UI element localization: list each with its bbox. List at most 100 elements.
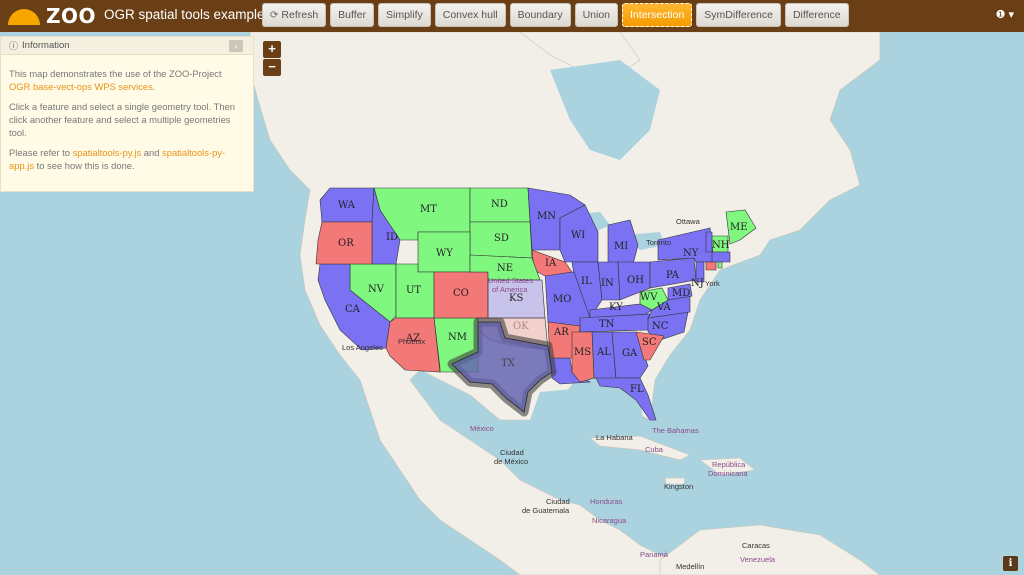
place-bahamas: The Bahamas — [652, 426, 699, 435]
label-tn: TN — [599, 319, 615, 330]
ogr-services-link[interactable]: OGR base-vect-ops WPS services — [9, 81, 153, 92]
label-il: IL — [581, 276, 592, 287]
label-wv: WV — [640, 292, 658, 303]
place-rd-line2: Dominicana — [708, 469, 748, 478]
place-phoenix: Phoenix — [398, 337, 425, 346]
information-panel: ⓘ Information ‹ This map demonstrates th… — [0, 36, 254, 192]
label-ar: AR — [553, 327, 569, 338]
refresh-label: Refresh — [281, 9, 319, 21]
place-guate-line2: de Guatemala — [522, 506, 570, 515]
label-va: VA — [656, 302, 672, 313]
label-ky: KY — [609, 302, 623, 313]
place-medellin: Medellín — [676, 562, 704, 571]
label-mt: MT — [420, 204, 437, 215]
zoo-logo[interactable]: ZOO — [6, 4, 96, 28]
info-menu[interactable]: ❶ ▾ — [996, 8, 1014, 21]
refresh-button[interactable]: ⟳ Refresh — [262, 3, 327, 27]
app-title: OGR spatial tools example — [104, 7, 265, 22]
zoom-in-button[interactable]: + — [263, 41, 281, 58]
place-newyork: York — [705, 279, 720, 288]
label-ga: GA — [622, 348, 638, 359]
label-or: OR — [338, 238, 354, 249]
p3-a: Please refer to — [9, 147, 73, 158]
label-mi: MI — [614, 241, 628, 252]
state-ri[interactable] — [717, 261, 723, 269]
panel-header: ⓘ Information — [1, 37, 253, 55]
difference-button[interactable]: Difference — [784, 3, 849, 27]
label-ny: NY — [683, 248, 699, 259]
label-nc: NC — [652, 321, 669, 332]
label-pa: PA — [666, 270, 680, 281]
panel-paragraph-2: Click a feature and select a single geom… — [9, 101, 235, 138]
label-nm: NM — [448, 332, 467, 343]
label-ca: CA — [345, 304, 361, 315]
toolbar: ⟳ Refresh Buffer Simplify Convex hull Bo… — [262, 3, 849, 27]
p1-end: . — [152, 81, 156, 92]
place-caracas: Caracas — [742, 541, 770, 550]
place-honduras: Honduras — [590, 497, 623, 506]
zoom-controls: + − — [263, 41, 281, 76]
p1-text: This map demonstrates the use of the ZOO… — [9, 68, 222, 79]
place-toronto: Toronto — [646, 238, 671, 247]
label-ne: NE — [497, 263, 513, 274]
label-sc: SC — [642, 337, 657, 348]
place-panama: Panamá — [640, 550, 669, 559]
place-usa-line1: United States — [488, 276, 533, 285]
state-ma[interactable] — [711, 251, 731, 263]
label-mn: MN — [537, 211, 556, 222]
label-mo: MO — [553, 294, 571, 305]
refresh-icon: ⟳ — [270, 9, 279, 21]
label-ks: KS — [509, 293, 523, 304]
place-nicaragua: Nicaragua — [592, 516, 627, 525]
place-cuba: Cuba — [645, 445, 664, 454]
label-sd: SD — [494, 233, 509, 244]
label-wi: WI — [571, 230, 585, 241]
intersection-button[interactable]: Intersection — [622, 3, 693, 27]
panel-paragraph-3: Please refer to spatialtools-py.js and s… — [9, 146, 243, 172]
symdifference-button[interactable]: SymDifference — [696, 3, 781, 27]
info-icon: ⓘ — [9, 41, 19, 51]
label-nh: NH — [712, 240, 730, 251]
label-al: AL — [596, 347, 611, 358]
label-wa: WA — [338, 200, 356, 211]
label-ms: MS — [574, 347, 591, 358]
label-in: IN — [601, 278, 614, 289]
panel-paragraph-1: This map demonstrates the use of the ZOO… — [9, 67, 243, 93]
buffer-button[interactable]: Buffer — [330, 3, 374, 27]
top-bar: ZOO OGR spatial tools example ⟳ Refresh … — [0, 0, 1024, 32]
label-tx: TX — [501, 358, 516, 369]
label-ia: IA — [545, 258, 557, 269]
logo-text: ZOO — [45, 4, 96, 28]
label-id: ID — [386, 232, 398, 243]
spatialtools-py-link[interactable]: spatialtools-py.js — [73, 147, 142, 158]
caret-down-icon: ▾ — [1008, 9, 1014, 21]
union-button[interactable]: Union — [574, 3, 619, 27]
collapse-panel-button[interactable]: ‹ — [229, 40, 243, 52]
simplify-button[interactable]: Simplify — [377, 3, 431, 27]
panel-title: Information — [22, 40, 70, 51]
label-wy: WY — [436, 248, 453, 259]
label-md: MD — [672, 288, 690, 299]
panel-body: This map demonstrates the use of the ZOO… — [1, 55, 253, 172]
zoom-out-button[interactable]: − — [263, 59, 281, 76]
boundary-button[interactable]: Boundary — [509, 3, 571, 27]
label-nd: ND — [491, 199, 508, 210]
place-venezuela: Venezuela — [740, 555, 776, 564]
sun-logo-icon — [6, 7, 42, 25]
p3-b: and — [141, 147, 163, 158]
label-co: CO — [453, 288, 469, 299]
place-cdmx-line1: Ciudad — [500, 448, 524, 457]
attribution-info-button[interactable]: i — [1003, 556, 1018, 571]
label-me: ME — [730, 222, 748, 233]
info-circle-icon: ❶ — [995, 9, 1006, 21]
label-nv: NV — [368, 284, 385, 295]
label-ok: OK — [513, 321, 529, 332]
label-nj: NJ — [691, 278, 704, 289]
place-mexico: México — [470, 424, 494, 433]
state-ct[interactable] — [705, 261, 717, 271]
place-cdmx-line2: de México — [494, 457, 528, 466]
place-habana: La Habana — [596, 433, 634, 442]
convex-hull-button[interactable]: Convex hull — [434, 3, 506, 27]
place-los-angeles: Los Angeles — [342, 343, 383, 352]
place-kingston: Kingston — [664, 482, 693, 491]
